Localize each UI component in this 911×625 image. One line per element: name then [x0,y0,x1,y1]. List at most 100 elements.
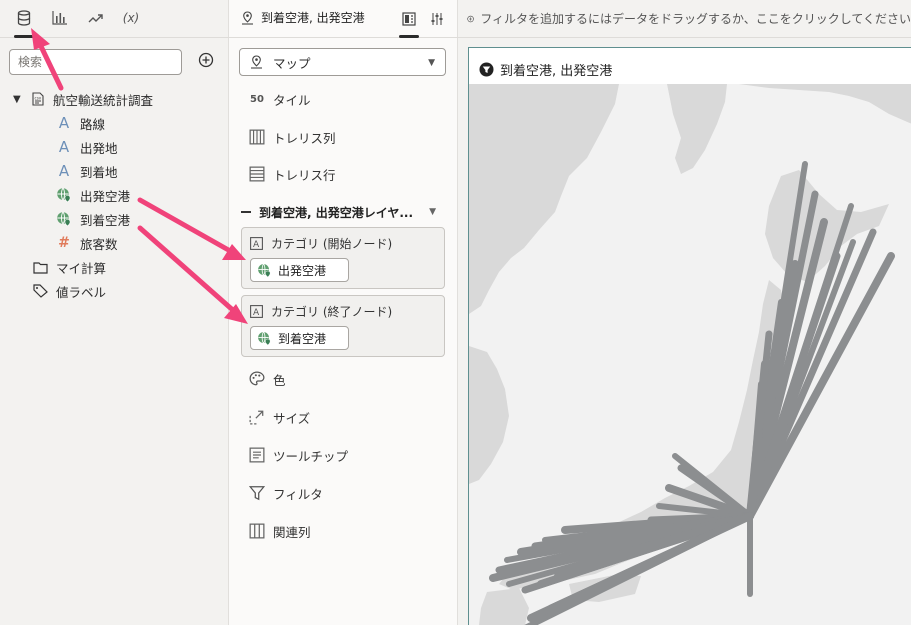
tree-item-dataset[interactable]: ▼ csv 航空輸送統計調査 [13,89,153,109]
tooltip-drop-target[interactable]: ツールチップ [249,444,348,466]
tree-item-field[interactable]: 出発空港 [56,185,130,205]
filter-funnel-icon [249,486,265,501]
canvas-area: フィルタを追加するにはデータをドラッグするか、ここをクリックしてください 到着空… [458,0,911,625]
viz-name: 到着空港, 出発空港 [241,9,365,26]
filter-label: フィルタ [273,486,323,502]
attribute-icon: A [58,114,70,132]
grammar-icon [402,12,416,26]
value-labels-label: 値ラベル [56,284,107,300]
columns-icon [249,523,265,539]
land-kyushu [479,588,529,625]
viz-type-label: マップ [273,55,311,71]
size-drop-target[interactable]: サイズ [249,406,310,428]
geo-globe-icon [57,187,71,203]
color-drop-target[interactable]: 色 [249,368,286,390]
palette-icon [249,371,265,386]
calculation-icon: (x) [122,11,140,25]
tree-item-my-calculations[interactable]: マイ計算 [33,257,106,277]
folder-icon [33,261,48,274]
departure-airport-pill[interactable]: 出発空港 [250,258,349,282]
database-icon [17,10,31,26]
analytics-tab[interactable] [83,6,109,30]
arrival-airport-pill[interactable]: 到着空港 [250,326,349,350]
end-node-drop-zone[interactable]: A カテゴリ (終了ノード) 到着空港 [241,295,445,357]
filter-drop-target[interactable]: フィルタ [249,482,323,504]
size-label: サイズ [273,410,311,426]
search-input[interactable] [9,49,182,75]
trellis-row-icon [249,166,265,182]
field-label: 到着地 [80,164,118,180]
tree-item-field[interactable]: A 到着地 [56,161,118,181]
viz-name-label: 到着空港, 出発空港 [261,11,365,25]
my-calc-label: マイ計算 [56,260,107,276]
start-node-title: A カテゴリ (開始ノード) [250,235,392,252]
visualization-title-label: 到着空港, 出発空港 [500,64,613,79]
size-icon [249,410,264,425]
tree-item-field[interactable]: A 路線 [56,113,105,133]
related-columns-label: 関連列 [273,524,311,540]
flight-route-map[interactable] [469,84,911,625]
visualization-card[interactable]: 到着空港, 出発空港 [468,47,911,625]
field-label: 出発地 [80,140,118,156]
visualization-title: 到着空港, 出発空港 [479,60,612,79]
land-asia-mainland [469,84,619,314]
grammar-tab[interactable] [397,8,421,38]
viz-type-select[interactable]: マップ ▼ [239,48,446,76]
grammar-panel: 到着空港, 出発空港 マップ ▼ 50 タイル トレリス列 トレリス行 到着空港… [229,0,458,625]
field-label: 到着空港 [80,212,131,228]
grammar-header: 到着空港, 出発空港 [229,0,458,38]
category-icon: A [250,305,263,318]
bar-chart-icon [52,11,67,25]
dropdown-caret-icon[interactable]: ▼ [429,207,436,217]
land-korea [469,346,509,484]
plus-circle-icon [467,15,474,22]
start-node-drop-zone[interactable]: A カテゴリ (開始ノード) 出発空港 [241,227,445,289]
data-tab[interactable] [11,6,37,38]
data-panel-tabs: (x) [0,0,229,38]
measure-icon: # [58,235,70,251]
end-node-label: カテゴリ (終了ノード) [271,305,393,319]
tree-item-field[interactable]: 到着空港 [56,209,130,229]
trellis-column-drop-target[interactable]: トレリス列 [249,126,336,148]
trellis-column-icon [249,129,265,145]
app-window: (x) ▼ csv 航空輸送統計調査 A 路線 A 出発地 A 到着地 出発空港 [0,0,911,625]
geo-globe-icon [258,331,271,345]
calculation-tab[interactable]: (x) [118,6,144,30]
start-node-label: カテゴリ (開始ノード) [271,237,393,251]
dataset-label: 航空輸送統計調査 [53,92,154,108]
tree-item-field[interactable]: A 出発地 [56,137,118,157]
filter-bar[interactable]: フィルタを追加するにはデータをドラッグするか、ここをクリックしてください [458,0,911,38]
trellis-row-drop-target[interactable]: トレリス行 [249,163,336,185]
plus-circle-icon [198,52,214,68]
tooltip-label: ツールチップ [273,448,349,464]
collapse-icon[interactable] [241,211,251,213]
field-label: 出発空港 [80,188,131,204]
attribute-icon: A [58,162,70,180]
svg-text:A: A [253,308,260,318]
add-data-button[interactable] [197,51,215,69]
filter-circle-icon [479,62,494,77]
tree-item-value-labels[interactable]: 値ラベル [33,281,106,301]
land-sakhalin [667,84,727,174]
geo-globe-icon [258,263,271,277]
caret-down-icon[interactable]: ▼ [13,94,23,105]
tile-label: タイル [273,92,311,108]
field-label: 路線 [80,116,106,132]
color-label: 色 [273,372,286,388]
data-panel: (x) ▼ csv 航空輸送統計調査 A 路線 A 出発地 A 到着地 出発空港 [0,0,229,625]
attribute-icon: A [58,138,70,156]
svg-text:A: A [253,240,260,250]
tree-item-field[interactable]: # 旅客数 [56,233,118,253]
svg-text:csv: csv [35,96,42,101]
tile-icon: 50 [250,93,264,105]
tile-drop-target[interactable]: 50 タイル [249,88,311,110]
properties-tab[interactable] [425,8,449,30]
visualizations-tab[interactable] [47,6,73,30]
related-columns-drop-target[interactable]: 関連列 [249,520,311,542]
filter-bar-text: フィルタを追加するにはデータをドラッグするか、ここをクリックしてください [480,12,911,26]
trend-icon [88,14,103,23]
field-label: 旅客数 [80,236,118,252]
map-pin-icon [251,55,262,69]
trellis-row-label: トレリス行 [273,167,336,183]
map-layer-header[interactable]: 到着空港, 出発空港レイヤ... ▼ [241,202,446,222]
